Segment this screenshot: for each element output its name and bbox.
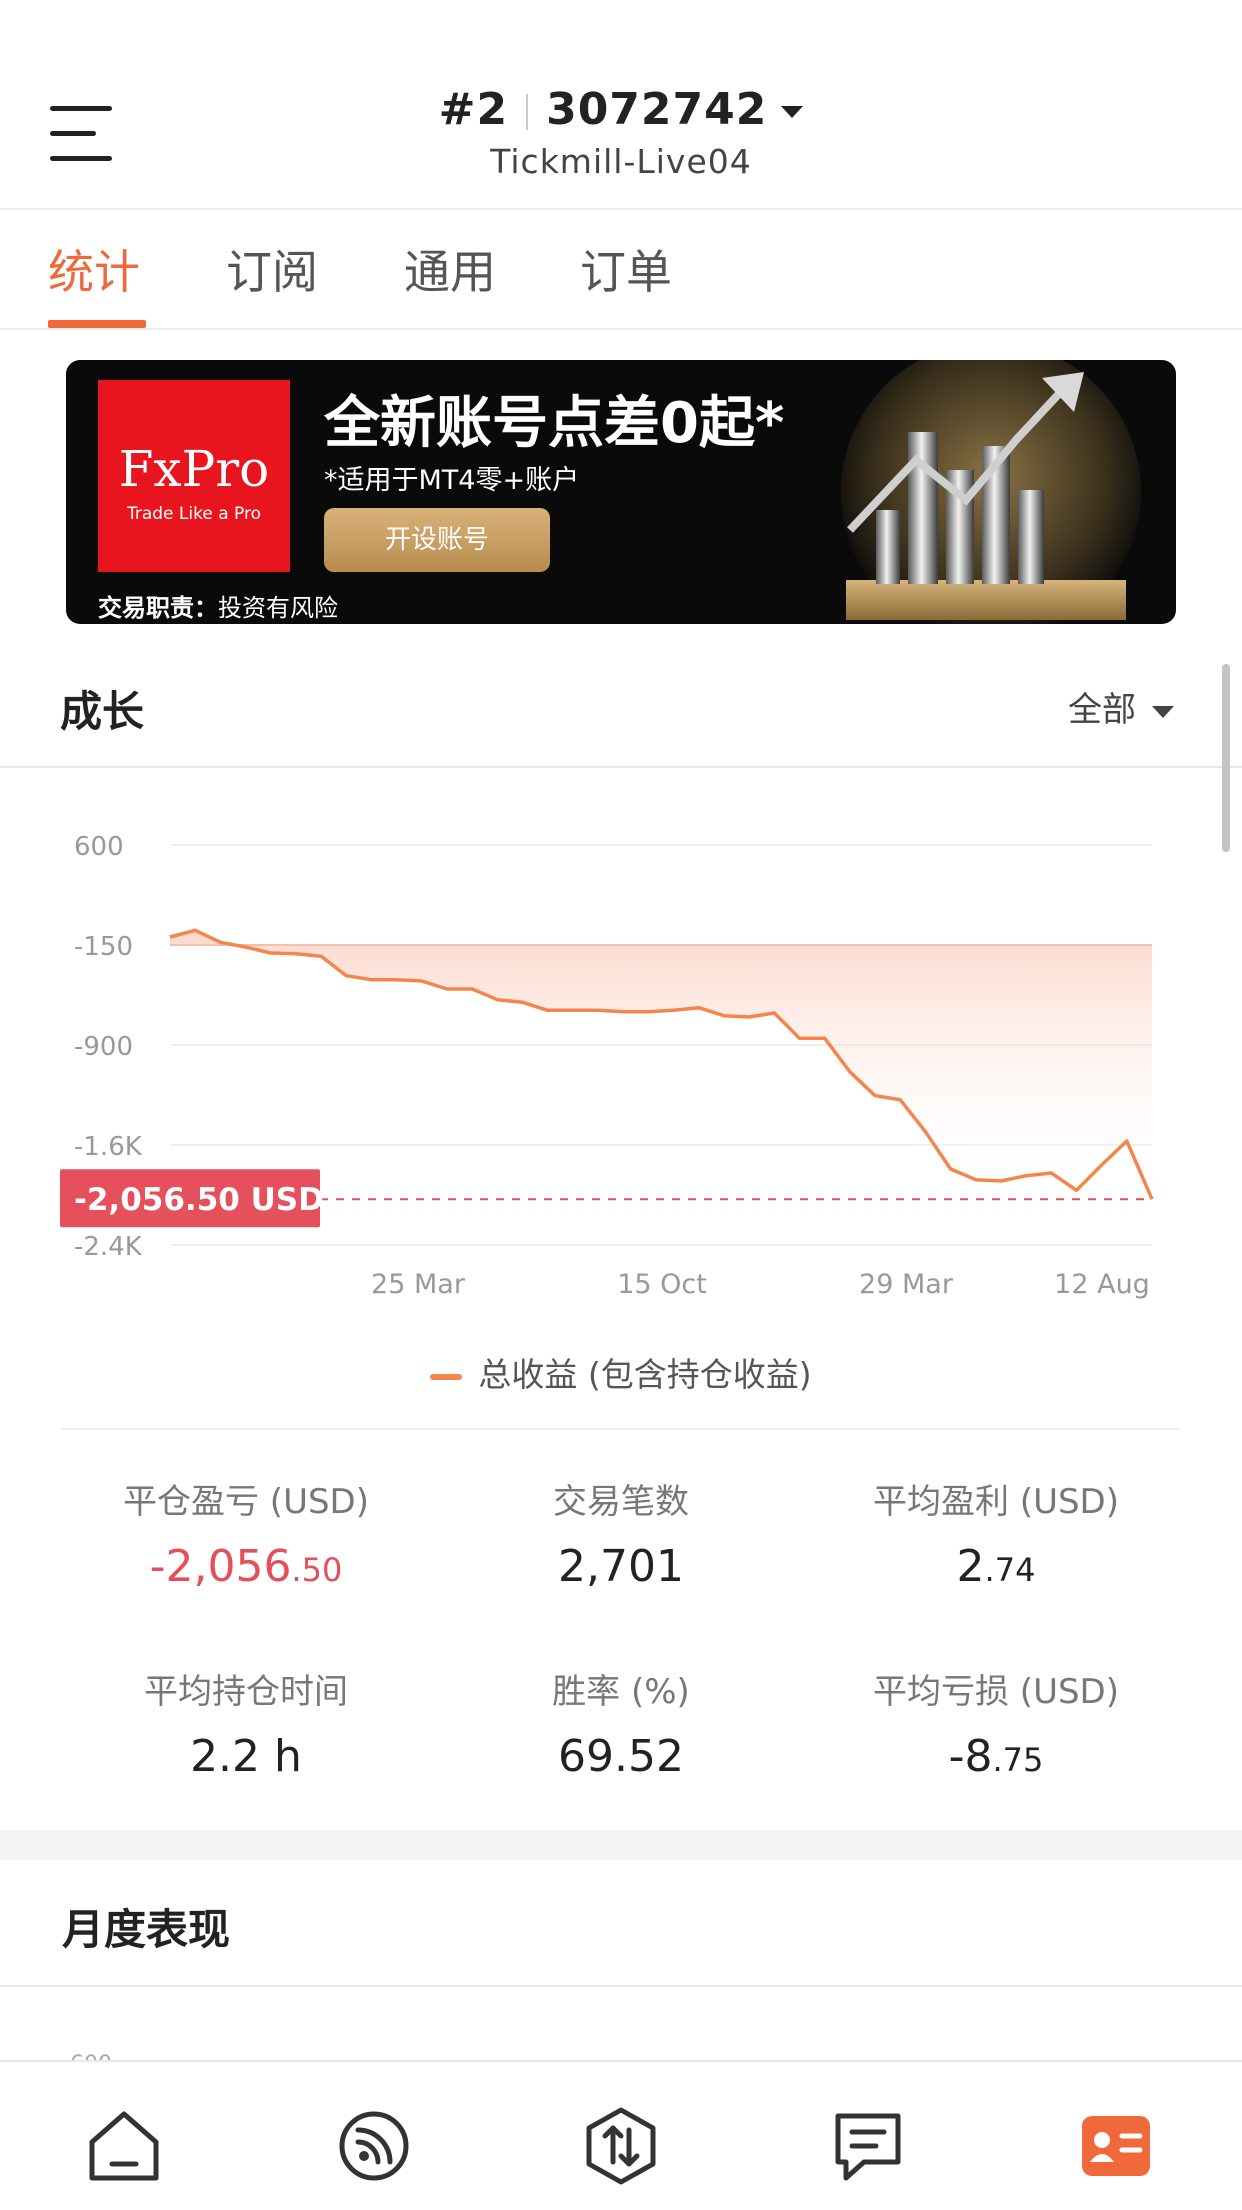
x-tick-label: 15 Oct xyxy=(617,1269,707,1300)
current-value-badge: -2,056.50 USD xyxy=(60,1169,324,1228)
stat-win-rate: 胜率 (%) 69.52 xyxy=(431,1664,811,1782)
promo-banner[interactable]: FxPro Trade Like a Pro 全新账号点差0起* *适用于MT4… xyxy=(66,360,1176,624)
tab-orders[interactable]: 订单 xyxy=(580,236,672,302)
stat-value-int: -2,056 xyxy=(149,1541,292,1592)
account-separator xyxy=(526,94,529,130)
stat-label: 平均持仓时间 xyxy=(144,1672,348,1712)
y-tick-label: -1.6K xyxy=(74,1132,143,1162)
stat-value-int: 2 xyxy=(956,1541,985,1592)
growth-bars-illustration xyxy=(841,360,1141,624)
divider xyxy=(0,208,1242,210)
divider xyxy=(62,1428,1180,1430)
tab-general[interactable]: 通用 xyxy=(404,236,496,302)
stat-avg-profit: 平均盈利 (USD) 2.74 xyxy=(806,1474,1186,1592)
banner-headline: 全新账号点差0起* xyxy=(324,391,785,456)
fxpro-logo: FxPro Trade Like a Pro xyxy=(98,380,290,572)
stat-value-dec: .74 xyxy=(984,1551,1036,1589)
stat-value: -8.75 xyxy=(806,1731,1186,1782)
account-selector[interactable]: #2 3072742 xyxy=(0,84,1242,135)
account-number: 3072742 xyxy=(546,84,768,135)
legend-label: 总收益 (包含持仓收益) xyxy=(478,1355,812,1394)
monthly-performance-title: 月度表现 xyxy=(62,1905,231,1954)
growth-chart[interactable]: 600 -150 -900 -1.6K -2.4K 25 Mar 15 Oct 29 Mar… xyxy=(0,790,1242,1310)
divider xyxy=(0,328,1242,330)
legend-swatch xyxy=(430,1373,463,1380)
trade-icon[interactable] xyxy=(581,2106,661,2186)
x-tick-label: 25 Mar xyxy=(371,1269,466,1300)
divider xyxy=(0,766,1242,768)
period-filter-value: 全部 xyxy=(1068,690,1136,730)
account-index: #2 xyxy=(438,84,509,135)
caret-down-icon xyxy=(781,106,804,118)
y-tick-label: -150 xyxy=(74,932,133,962)
growth-area xyxy=(170,930,1152,1200)
stat-value-int: -8 xyxy=(948,1731,993,1782)
stat-value-dec: .50 xyxy=(291,1551,343,1589)
risk-text: 投资有风险 xyxy=(218,594,338,622)
open-account-button[interactable]: 开设账号 xyxy=(324,508,550,572)
stat-label: 交易笔数 xyxy=(553,1482,689,1522)
caret-down-icon xyxy=(1152,705,1174,718)
bottom-navigation xyxy=(0,2060,1242,2210)
stat-value-int: 2,701 xyxy=(558,1541,684,1592)
server-name: Tickmill-Live04 xyxy=(490,142,752,181)
stat-trade-count: 交易笔数 2,701 xyxy=(431,1474,811,1592)
stat-value: 69.52 xyxy=(431,1731,811,1782)
stat-value: -2,056.50 xyxy=(56,1541,436,1592)
stat-value-int: 69.52 xyxy=(558,1731,684,1782)
chart-legend: 总收益 (包含持仓收益) xyxy=(0,1348,1242,1396)
top-header: #2 3072742 Tickmill-Live04 xyxy=(0,0,1242,208)
current-value-label: -2,056.50 USD xyxy=(74,1182,324,1218)
banner-subline: *适用于MT4零+账户 xyxy=(324,465,580,496)
stat-closed-pnl: 平仓盈亏 (USD) -2,056.50 xyxy=(56,1474,436,1592)
x-tick-label: 12 Aug xyxy=(1054,1269,1150,1300)
stat-value: 2.2 h xyxy=(56,1731,436,1782)
stat-avg-holding-time: 平均持仓时间 2.2 h xyxy=(56,1664,436,1782)
section-separator xyxy=(0,1830,1242,1860)
brand-tagline: Trade Like a Pro xyxy=(126,504,262,524)
tab-statistics[interactable]: 统计 xyxy=(48,236,140,302)
risk-disclaimer: 交易职责：投资有风险 xyxy=(98,588,338,623)
stat-value-dec: .75 xyxy=(992,1741,1044,1779)
message-icon[interactable] xyxy=(828,2106,908,2186)
brand-name: FxPro xyxy=(118,440,270,498)
stat-value-int: 2.2 h xyxy=(190,1731,302,1782)
stat-label: 平均盈利 (USD) xyxy=(873,1482,1119,1522)
stat-label: 平均亏损 (USD) xyxy=(873,1672,1119,1712)
home-icon[interactable] xyxy=(84,2106,164,2186)
signal-feed-icon[interactable] xyxy=(334,2106,414,2186)
stat-avg-loss: 平均亏损 (USD) -8.75 xyxy=(806,1664,1186,1782)
stat-value: 2,701 xyxy=(431,1541,811,1592)
tab-active-indicator xyxy=(48,320,146,328)
x-tick-label: 29 Mar xyxy=(859,1269,954,1300)
stat-value: 2.74 xyxy=(806,1541,1186,1592)
risk-prefix: 交易职责： xyxy=(98,594,218,622)
divider xyxy=(0,1985,1242,1987)
y-tick-label: 600 xyxy=(74,832,124,862)
period-filter-dropdown[interactable]: 全部 xyxy=(1068,682,1174,731)
account-card-icon[interactable] xyxy=(1076,2106,1156,2186)
y-tick-label: -900 xyxy=(74,1032,133,1062)
y-tick-label: -2.4K xyxy=(74,1232,143,1262)
growth-title: 成长 xyxy=(60,687,145,736)
tab-subscribe[interactable]: 订阅 xyxy=(226,236,318,302)
stat-label: 平仓盈亏 (USD) xyxy=(123,1482,369,1522)
stat-label: 胜率 (%) xyxy=(552,1672,690,1712)
